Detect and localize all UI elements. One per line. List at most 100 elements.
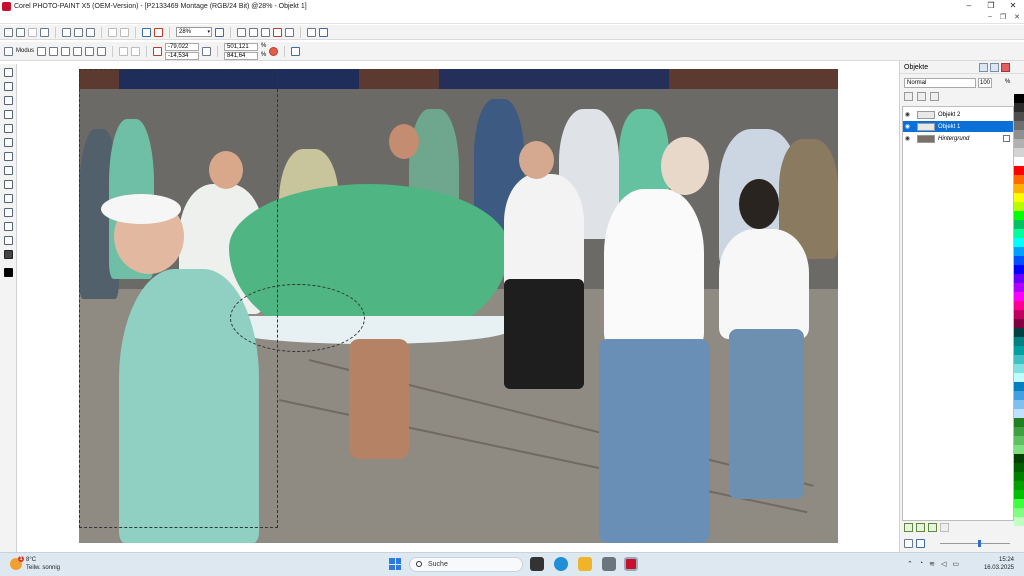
move-icon[interactable] [904, 539, 913, 548]
palette-swatch[interactable] [1014, 418, 1024, 427]
clock[interactable]: 15:24 16.03.2025 [984, 556, 1014, 572]
palette-swatch[interactable] [1014, 184, 1024, 193]
import-icon[interactable] [142, 27, 151, 37]
lock-transparency-icon[interactable] [904, 92, 913, 101]
chevron-up-icon[interactable]: ⌃ [907, 560, 913, 568]
lock-object-icon[interactable] [285, 27, 294, 37]
combine-objects-icon[interactable] [940, 523, 949, 532]
new-object-icon[interactable] [904, 523, 913, 532]
close-button[interactable]: ✕ [1002, 0, 1024, 12]
mask-marquee-icon[interactable] [249, 27, 258, 37]
palette-swatch[interactable] [1014, 220, 1024, 229]
opacity-input[interactable]: 100 [978, 78, 992, 88]
docker-close-icon[interactable] [1001, 63, 1010, 72]
palette-swatch[interactable] [1014, 157, 1024, 166]
palette-swatch[interactable] [1014, 454, 1024, 463]
edge-browser-icon[interactable] [554, 557, 568, 571]
task-view-icon[interactable] [530, 557, 544, 571]
blend-mode-select[interactable]: Normal [904, 78, 976, 88]
palette-swatch[interactable] [1014, 445, 1024, 454]
palette-swatch[interactable] [1014, 148, 1024, 157]
palette-swatch[interactable] [1014, 130, 1024, 139]
palette-swatch[interactable] [1014, 463, 1024, 472]
slider-handle[interactable] [978, 540, 981, 547]
position-mode-icon[interactable] [37, 46, 47, 56]
palette-swatch[interactable] [1014, 436, 1024, 445]
paint-tool-icon[interactable] [4, 208, 13, 217]
visibility-eye-icon[interactable]: ◉ [904, 111, 911, 118]
palette-swatch[interactable] [1014, 409, 1024, 418]
scale-mode-icon[interactable] [61, 46, 71, 56]
foreground-color-swatch[interactable] [4, 250, 13, 259]
file-explorer-icon[interactable] [578, 557, 592, 571]
rotate-mode-icon[interactable] [49, 46, 59, 56]
application-launcher-icon[interactable] [307, 27, 316, 37]
volume-icon[interactable]: ◁ [941, 560, 946, 568]
position-anchor-icon[interactable] [153, 46, 163, 56]
fill-tool-icon[interactable] [4, 194, 13, 203]
palette-swatch[interactable] [1014, 301, 1024, 310]
redo-icon[interactable] [120, 27, 129, 37]
object-marquee-icon[interactable] [273, 27, 282, 37]
palette-swatch[interactable] [1014, 265, 1024, 274]
zoom-fit-icon[interactable] [215, 27, 224, 37]
app-icon[interactable] [602, 557, 616, 571]
palette-swatch[interactable] [1014, 202, 1024, 211]
object-picker-icon[interactable] [4, 46, 13, 56]
palette-swatch[interactable] [1014, 499, 1024, 508]
palette-swatch[interactable] [1014, 517, 1024, 526]
pick-tool-icon[interactable] [4, 68, 13, 77]
visibility-eye-icon[interactable]: ◉ [904, 123, 911, 130]
palette-swatch[interactable] [1014, 391, 1024, 400]
docker-minimize-icon[interactable] [990, 63, 999, 72]
elliptical-selection-marquee[interactable] [230, 284, 365, 352]
corel-photo-paint-icon[interactable] [624, 557, 638, 571]
arrange-icon[interactable] [131, 46, 141, 56]
palette-swatch[interactable] [1014, 364, 1024, 373]
new-lens-icon[interactable] [916, 523, 925, 532]
effect-tool-icon[interactable] [4, 222, 13, 231]
battery-icon[interactable]: ▭ [952, 560, 959, 568]
mask-visible-icon[interactable] [237, 27, 246, 37]
cut-icon[interactable] [62, 27, 71, 37]
palette-swatch[interactable] [1014, 274, 1024, 283]
skew-mode-icon[interactable] [73, 46, 83, 56]
palette-swatch[interactable] [1014, 139, 1024, 148]
clone-tool-icon[interactable] [4, 180, 13, 189]
palette-swatch[interactable] [1014, 283, 1024, 292]
palette-swatch[interactable] [1014, 481, 1024, 490]
height-input[interactable]: 841,64 [224, 51, 259, 60]
apply-position-icon[interactable] [202, 46, 212, 56]
rectangle-mask-tool-icon[interactable] [4, 82, 13, 91]
paste-icon[interactable] [86, 27, 95, 37]
palette-swatch[interactable] [1014, 121, 1024, 130]
zoom-tool-icon[interactable] [4, 110, 13, 119]
combine-icon[interactable] [119, 46, 129, 56]
document-close-button[interactable]: ✕ [1014, 13, 1020, 21]
edit-icon[interactable] [916, 539, 925, 548]
palette-swatch[interactable] [1014, 337, 1024, 346]
palette-swatch[interactable] [1014, 94, 1024, 103]
palette-swatch[interactable] [1014, 193, 1024, 202]
palette-swatch[interactable] [1014, 346, 1024, 355]
create-mask-icon[interactable] [928, 523, 937, 532]
red-eye-tool-icon[interactable] [4, 166, 13, 175]
palette-swatch[interactable] [1014, 328, 1024, 337]
print-icon[interactable] [40, 27, 49, 37]
palette-swatch[interactable] [1014, 211, 1024, 220]
palette-swatch[interactable] [1014, 355, 1024, 364]
palette-swatch[interactable] [1014, 373, 1024, 382]
document-restore-button[interactable]: ❐ [1000, 13, 1006, 21]
palette-swatch[interactable] [1014, 490, 1024, 499]
weather-widget[interactable]: 1 8°C Teilw. sonnig [10, 556, 60, 572]
save-icon[interactable] [28, 27, 37, 37]
layer-row-hintergrund[interactable]: ◉ Hintergrund [903, 133, 1013, 144]
background-color-swatch[interactable] [4, 268, 13, 277]
palette-swatch[interactable] [1014, 247, 1024, 256]
eyedropper-tool-icon[interactable] [4, 124, 13, 133]
visibility-eye-icon[interactable]: ◉ [904, 135, 911, 142]
lock-all-icon[interactable] [930, 92, 939, 101]
palette-swatch[interactable] [1014, 382, 1024, 391]
thumbnail-size-slider[interactable] [940, 540, 1010, 547]
palette-swatch[interactable] [1014, 400, 1024, 409]
